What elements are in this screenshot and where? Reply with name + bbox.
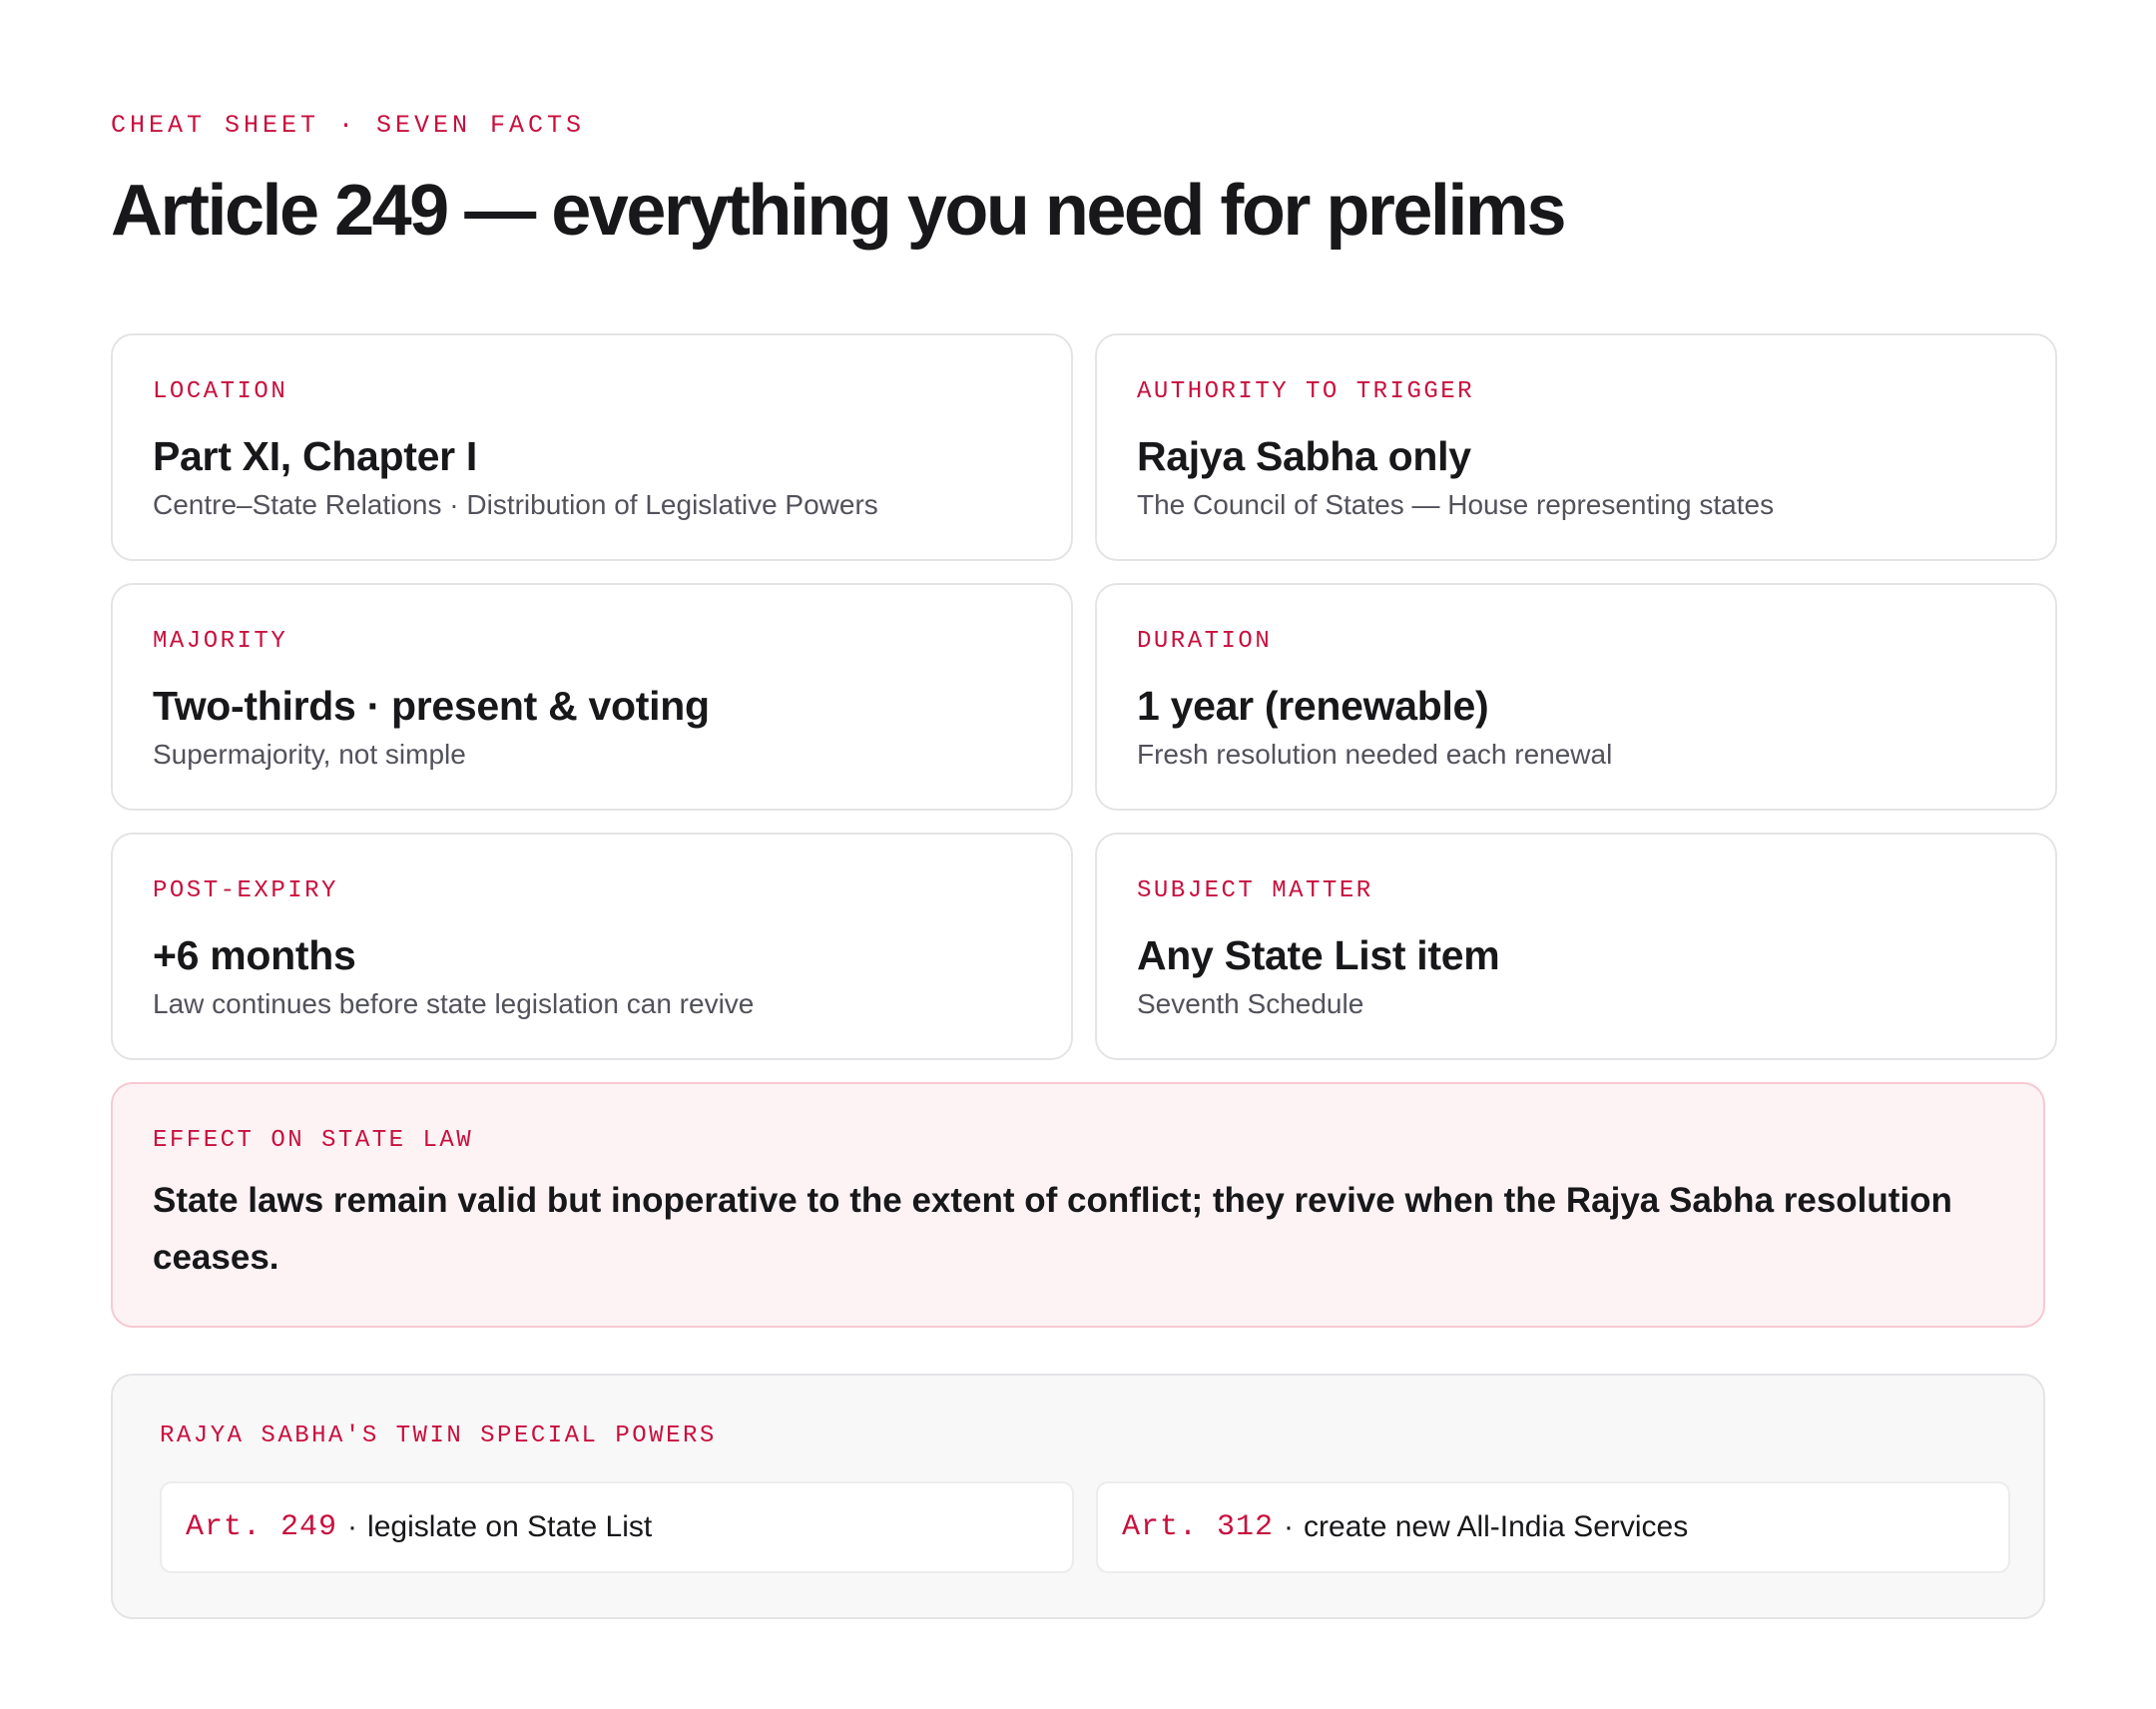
fact-card-post-expiry: POST-EXPIRY +6 months Law continues befo… [111, 833, 1073, 1060]
fact-label: AUTHORITY TO TRIGGER [1137, 378, 1475, 405]
fact-description: The Council of States — House representi… [1137, 489, 1775, 520]
effect-text: State laws remain valid but inoperative … [153, 1181, 1952, 1277]
fact-description: Law continues before state legislation c… [153, 988, 755, 1019]
separator: · [347, 1510, 358, 1543]
eyebrow-label: CHEAT SHEET · SEVEN FACTS [111, 111, 586, 140]
fact-description: Seventh Schedule [1137, 988, 1364, 1019]
separator: · [1284, 1510, 1295, 1543]
article-code: Art. 312 [1122, 1510, 1275, 1544]
fact-value: 1 year (renewable) [1137, 683, 1489, 729]
powers-list: Art. 249 · legislate on State List Art. … [160, 1481, 2010, 1573]
fact-label: POST-EXPIRY [153, 877, 338, 904]
fact-value: Any State List item [1137, 932, 1500, 978]
facts-grid: LOCATION Part XI, Chapter I Centre–State… [111, 333, 2057, 1060]
effect-callout: EFFECT ON STATE LAW State laws remain va… [111, 1082, 2045, 1328]
power-item-art-312: Art. 312 · create new All-India Services [1096, 1481, 2010, 1573]
page-title: Article 249 — everything you need for pr… [111, 171, 1567, 251]
effect-label: EFFECT ON STATE LAW [153, 1127, 474, 1154]
fact-card-authority: AUTHORITY TO TRIGGER Rajya Sabha only Th… [1095, 333, 2057, 561]
fact-description: Centre–State Relations · Distribution of… [153, 489, 878, 520]
fact-value: +6 months [153, 932, 356, 978]
fact-description: Supermajority, not simple [153, 739, 466, 770]
fact-label: MAJORITY [153, 628, 288, 655]
fact-label: LOCATION [153, 378, 288, 405]
fact-card-location: LOCATION Part XI, Chapter I Centre–State… [111, 333, 1073, 561]
article-code: Art. 249 [186, 1510, 338, 1544]
power-description: legislate on State List [367, 1510, 653, 1543]
powers-label: RAJYA SABHA'S TWIN SPECIAL POWERS [160, 1423, 717, 1449]
cheat-sheet-page: CHEAT SHEET · SEVEN FACTS Article 249 — … [0, 0, 2156, 1709]
power-item-art-249: Art. 249 · legislate on State List [160, 1481, 1074, 1573]
fact-label: DURATION [1137, 628, 1273, 655]
fact-value: Part XI, Chapter I [153, 433, 477, 479]
fact-description: Fresh resolution needed each renewal [1137, 739, 1613, 770]
fact-value: Two-thirds · present & voting [153, 683, 710, 729]
fact-value: Rajya Sabha only [1137, 433, 1471, 479]
fact-label: SUBJECT MATTER [1137, 877, 1373, 904]
power-description: create new All-India Services [1304, 1510, 1689, 1543]
fact-card-duration: DURATION 1 year (renewable) Fresh resolu… [1095, 583, 2057, 811]
fact-card-majority: MAJORITY Two-thirds · present & voting S… [111, 583, 1073, 811]
twin-powers-panel: RAJYA SABHA'S TWIN SPECIAL POWERS Art. 2… [111, 1374, 2045, 1619]
fact-card-subject-matter: SUBJECT MATTER Any State List item Seven… [1095, 833, 2057, 1060]
